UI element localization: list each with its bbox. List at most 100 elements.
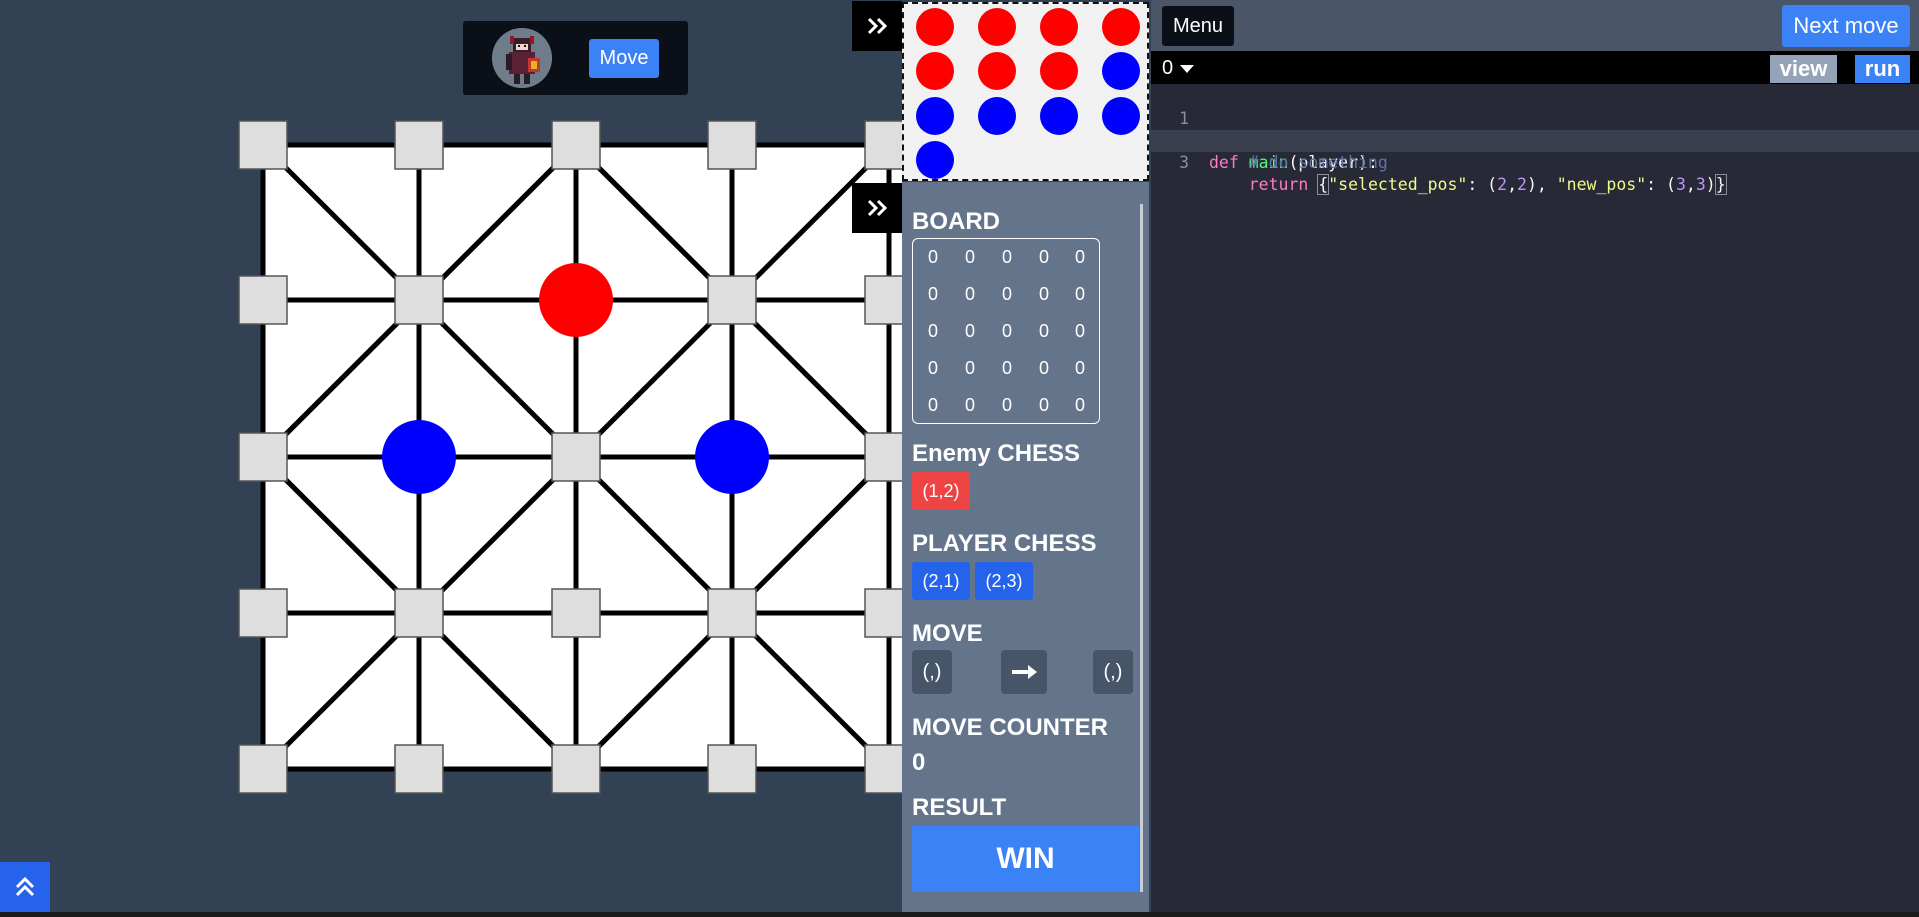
- arrow-right-icon: [1012, 665, 1037, 679]
- double-chevron-right-icon: [867, 17, 888, 35]
- board-node[interactable]: [864, 588, 902, 638]
- code-line[interactable]: 1 ▾ def main(player):: [1151, 86, 1919, 172]
- tray-blue-piece[interactable]: [1102, 52, 1140, 90]
- board-matrix-cell: 0: [927, 395, 938, 415]
- board-matrix-cell: 0: [964, 321, 975, 341]
- player-piece[interactable]: [695, 420, 769, 494]
- board-node[interactable]: [394, 275, 444, 325]
- board-node[interactable]: [238, 432, 288, 482]
- game-board[interactable]: [0, 0, 902, 912]
- result-win-button[interactable]: WIN: [912, 826, 1139, 892]
- board-matrix-cell: 0: [1074, 358, 1085, 378]
- board-node[interactable]: [864, 744, 902, 794]
- board-node[interactable]: [238, 120, 288, 170]
- board-matrix-cell: 0: [1038, 321, 1049, 341]
- board-matrix-cell: 0: [927, 247, 938, 267]
- board-node[interactable]: [551, 744, 601, 794]
- collapse-panel-button-top[interactable]: [852, 1, 902, 51]
- board-node[interactable]: [707, 588, 757, 638]
- double-chevron-right-icon: [867, 199, 888, 217]
- board-matrix-cell: 0: [1074, 284, 1085, 304]
- tray-red-piece[interactable]: [916, 8, 954, 46]
- move-counter-value: 0: [912, 749, 926, 776]
- board-node[interactable]: [394, 588, 444, 638]
- board-node[interactable]: [707, 120, 757, 170]
- board-node[interactable]: [864, 120, 902, 170]
- player-chess-chip[interactable]: (2,3): [975, 562, 1033, 600]
- board-node[interactable]: [864, 432, 902, 482]
- player-chess-chip[interactable]: (2,1): [912, 562, 970, 600]
- editor-toolbar: 0 view run: [1151, 51, 1919, 84]
- board-matrix-cell: 0: [1001, 358, 1012, 378]
- move-button[interactable]: Move: [589, 39, 659, 78]
- scroll-to-top-button[interactable]: [0, 862, 50, 912]
- enemy-piece[interactable]: [539, 263, 613, 337]
- board-node[interactable]: [394, 120, 444, 170]
- line-number: 3: [1179, 153, 1189, 172]
- enemy-chess-chip[interactable]: (1,2): [912, 472, 970, 510]
- board-matrix-cell: 0: [964, 395, 975, 415]
- result-title: RESULT: [912, 794, 1007, 821]
- move-from-box[interactable]: (,): [912, 650, 952, 694]
- board-node[interactable]: [551, 588, 601, 638]
- board-matrix-cell: 0: [1038, 247, 1049, 267]
- tray-red-piece[interactable]: [916, 52, 954, 90]
- piece-tray: [902, 2, 1149, 181]
- tray-blue-piece[interactable]: [978, 97, 1016, 135]
- tray-blue-piece[interactable]: [1102, 97, 1140, 135]
- board-matrix-cell: 0: [1001, 321, 1012, 341]
- bottom-strip: [0, 912, 1919, 917]
- board-matrix-cell: 0: [964, 284, 975, 304]
- tray-red-piece[interactable]: [1040, 8, 1078, 46]
- board-node[interactable]: [551, 432, 601, 482]
- tray-red-piece[interactable]: [978, 8, 1016, 46]
- player-piece[interactable]: [382, 420, 456, 494]
- board-node[interactable]: [707, 744, 757, 794]
- board-matrix-cell: 0: [964, 358, 975, 378]
- move-panel: Move: [463, 21, 688, 95]
- player-chess-title: PLAYER CHESS: [912, 530, 1097, 557]
- board-matrix-cell: 0: [927, 321, 938, 341]
- board-matrix-cell: 0: [1074, 395, 1085, 415]
- board-matrix-cell: 0: [1074, 321, 1085, 341]
- run-button[interactable]: run: [1855, 55, 1910, 83]
- code-text: # do something: [1248, 153, 1388, 172]
- board-matrix-cell: 0: [1038, 284, 1049, 304]
- view-button[interactable]: view: [1770, 55, 1837, 83]
- piece-tray-grid: [916, 8, 1140, 179]
- next-move-button[interactable]: Next move: [1782, 5, 1910, 47]
- collapse-panel-button-middle[interactable]: [852, 183, 902, 233]
- board-node[interactable]: [864, 275, 902, 325]
- board-node[interactable]: [551, 120, 601, 170]
- tray-blue-piece[interactable]: [916, 97, 954, 135]
- board-matrix-cell: 0: [1001, 284, 1012, 304]
- info-panel: BOARD 0 0 0 0 0 0 0 0 0 0 0 0 0 0 0 0 0 0 0 0 0 0 0 0 0 Enemy CH…: [902, 182, 1149, 912]
- code-line[interactable]: 2 # do something: [1151, 108, 1919, 172]
- move-counter-title: MOVE COUNTER: [912, 714, 1109, 741]
- editor-header: Menu Next move: [1151, 0, 1919, 51]
- turn-select-value: 0: [1162, 57, 1174, 79]
- board-matrix-cell: 0: [1038, 358, 1049, 378]
- move-to-box[interactable]: (,): [1093, 650, 1133, 694]
- player-avatar: [492, 28, 552, 88]
- code-editor[interactable]: 1 ▾ def main(player): 2 # do something 3…: [1151, 84, 1919, 912]
- info-panel-scrollbar[interactable]: [1140, 204, 1143, 892]
- board-node[interactable]: [394, 744, 444, 794]
- board-node[interactable]: [238, 275, 288, 325]
- tray-red-piece[interactable]: [1040, 52, 1078, 90]
- knight-avatar-icon: [492, 28, 552, 88]
- move-arrow-box: [1001, 650, 1047, 694]
- tray-blue-piece[interactable]: [1040, 97, 1078, 135]
- turn-select[interactable]: 0: [1162, 57, 1195, 80]
- tray-red-piece[interactable]: [978, 52, 1016, 90]
- board-node[interactable]: [238, 588, 288, 638]
- board-matrix-cell: 0: [1074, 247, 1085, 267]
- board-node[interactable]: [238, 744, 288, 794]
- tray-red-piece[interactable]: [1102, 8, 1140, 46]
- tray-blue-piece[interactable]: [916, 141, 954, 179]
- board-title: BOARD: [912, 208, 1000, 235]
- menu-button[interactable]: Menu: [1162, 6, 1234, 46]
- board-node[interactable]: [707, 275, 757, 325]
- board-matrix-cell: 0: [1038, 395, 1049, 415]
- code-line-active[interactable]: 3 return {"selected_pos": (2,2), "new_po…: [1151, 130, 1919, 195]
